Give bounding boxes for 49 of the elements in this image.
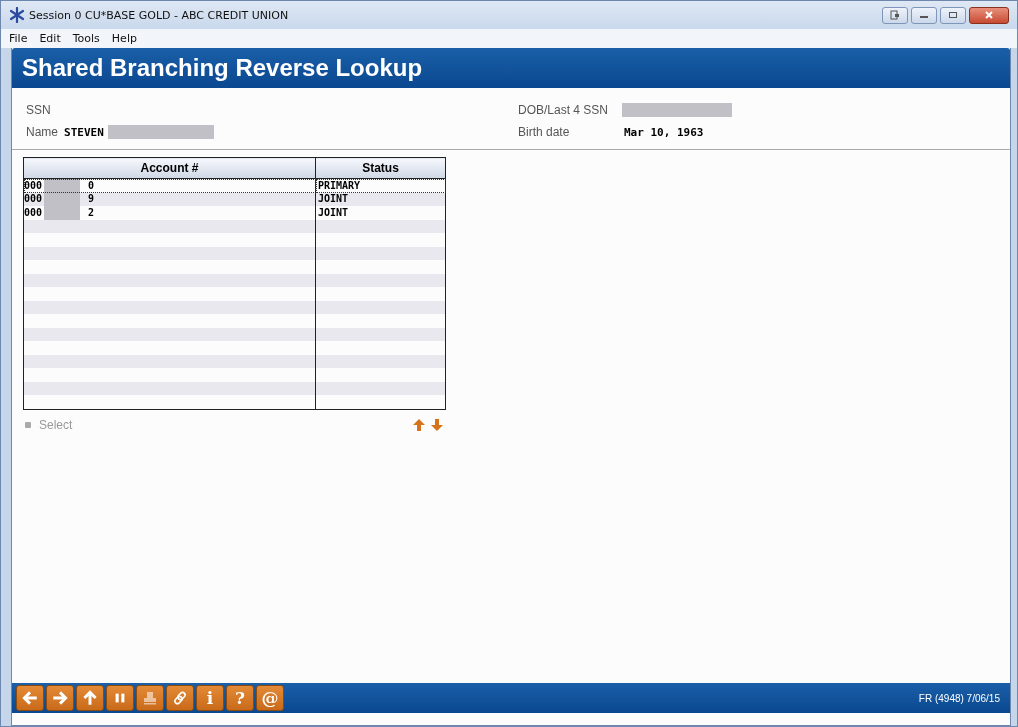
table-cell: JOINT [318,206,349,218]
table-cell: 000 [24,206,43,219]
close-button[interactable] [969,6,1009,24]
printer-icon [142,690,158,706]
status-text: FR (4948) 7/06/15 [918,692,1000,704]
maximize-icon [948,10,958,20]
pause-icon [113,691,127,705]
up-arrow-icon [81,689,99,707]
column-header[interactable]: Status [315,157,446,179]
document-icon [890,10,900,20]
toolbar-button[interactable] [46,685,74,711]
menu-item[interactable]: Help [111,32,137,45]
chain-link-icon [172,690,188,706]
table-cell: 000 [24,179,43,192]
left-arrow-icon [21,689,39,707]
menu-item[interactable]: Edit [39,32,61,45]
field-label: Birth date [518,125,571,139]
toolbar-button[interactable] [106,685,134,711]
table-cell: JOINT [318,193,349,205]
toolbar-button[interactable] [16,685,44,711]
menu-item[interactable]: Tools [72,32,100,45]
table-cell: 000 [24,193,43,206]
page-title: Shared Branching Reverse Lookup [22,54,423,82]
field-value: Mar 10, 1963 [624,125,704,139]
close-icon [984,10,994,20]
minimize-button[interactable] [911,6,937,24]
table-cell: 0 [88,179,95,192]
field-value: STEVEN [64,125,104,139]
menu-item[interactable]: File [9,32,28,45]
field-label: Name [26,125,58,139]
redaction-block [44,179,81,193]
toolbar-button[interactable] [76,685,104,711]
field-label: DOB/Last 4 SSN [518,103,610,117]
toolbar-button[interactable] [166,685,194,711]
table-cell: PRIMARY [318,179,361,191]
right-arrow-icon [51,689,69,707]
window-button[interactable] [882,6,908,24]
table-row[interactable]: 000 0 PRIMARY [23,178,446,193]
table-cell: 2 [88,206,95,219]
table-row[interactable]: 000 2 JOINT [23,206,446,220]
table-cell: 9 [88,193,95,206]
field-label: SSN [26,103,51,117]
column-header[interactable]: Account # [23,157,316,179]
redaction-block [44,206,81,220]
window-title: Session 0 CU*BASE GOLD - ABC CREDIT UNION [29,8,290,22]
scroll-down-icon[interactable] [430,417,444,432]
scroll-up-icon[interactable] [412,417,426,432]
maximize-button[interactable] [940,6,966,24]
asterisk-logo-icon [9,7,25,23]
